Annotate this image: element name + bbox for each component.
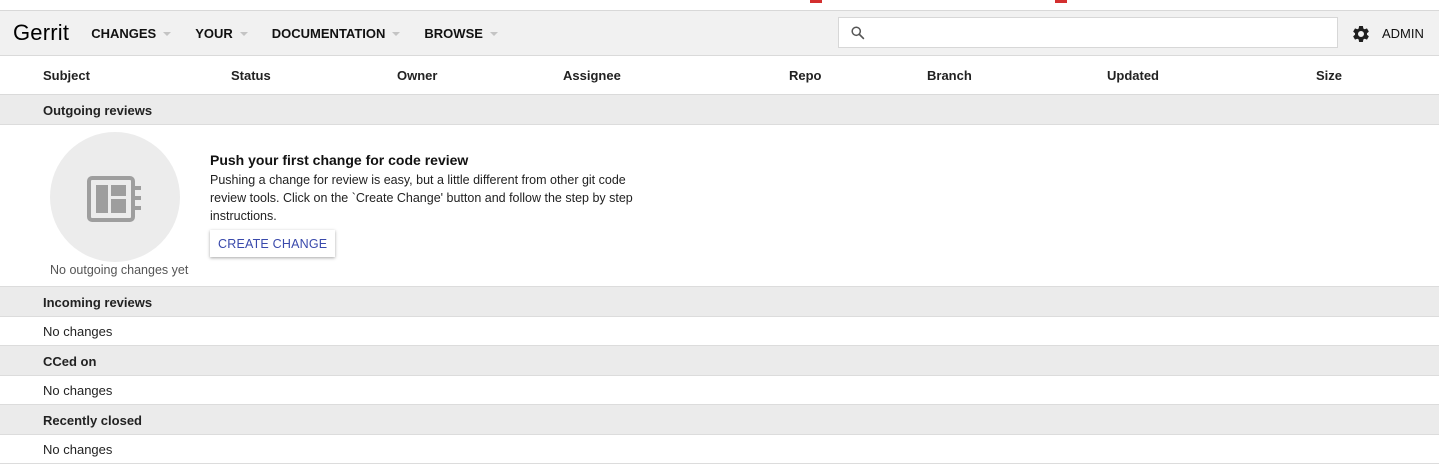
- user-menu-admin[interactable]: ADMIN: [1382, 26, 1424, 41]
- column-owner: Owner: [397, 68, 438, 83]
- section-title: CCed on: [43, 354, 97, 369]
- nav-your-label: YOUR: [195, 25, 233, 41]
- nav-browse[interactable]: BROWSE: [424, 26, 498, 41]
- empty-state-caption: No outgoing changes yet: [50, 263, 189, 277]
- chevron-down-icon: [392, 31, 401, 36]
- no-changes-text: No changes: [43, 324, 113, 339]
- nav-your[interactable]: YOUR: [195, 26, 248, 41]
- chevron-down-icon: [239, 31, 248, 36]
- column-size: Size: [1316, 68, 1343, 83]
- column-repo: Repo: [789, 68, 822, 83]
- main-nav: CHANGES YOUR DOCUMENTATION BROWSE: [91, 26, 522, 41]
- column-branch: Branch: [927, 68, 972, 83]
- no-changes-text: No changes: [43, 383, 113, 398]
- main-header: Gerrit CHANGES YOUR DOCUMENTATION BROWSE…: [0, 11, 1439, 56]
- brand-logo[interactable]: Gerrit: [0, 20, 91, 46]
- chevron-down-icon: [489, 31, 498, 36]
- section-incoming-reviews: Incoming reviews: [0, 287, 1439, 317]
- column-updated: Updated: [1107, 68, 1159, 83]
- column-assignee: Assignee: [563, 68, 621, 83]
- dashboard-icon: [87, 176, 141, 222]
- column-header-row: Subject Status Owner Assignee Repo Branc…: [0, 56, 1439, 95]
- list-item: No changes: [0, 376, 1439, 405]
- section-title: Incoming reviews: [43, 295, 153, 310]
- create-change-button[interactable]: CREATE CHANGE: [210, 230, 336, 257]
- nav-changes-label: CHANGES: [91, 25, 157, 41]
- section-recently-closed: Recently closed: [0, 405, 1439, 435]
- nav-documentation-label: DOCUMENTATION: [271, 25, 386, 41]
- strip-mark: [1055, 0, 1067, 3]
- column-subject: Subject: [43, 68, 90, 83]
- nav-documentation[interactable]: DOCUMENTATION: [272, 26, 401, 41]
- empty-state-illustration: [50, 132, 180, 262]
- empty-state-description: Pushing a change for review is easy, but…: [210, 173, 633, 223]
- outgoing-empty-state: No outgoing changes yet Push your first …: [0, 125, 1439, 287]
- search-icon: [851, 26, 865, 40]
- chevron-down-icon: [163, 31, 172, 36]
- no-changes-text: No changes: [43, 442, 113, 457]
- search-box[interactable]: [838, 17, 1338, 48]
- empty-state-title: Push your first change for code review: [210, 152, 469, 168]
- section-cced-on: CCed on: [0, 346, 1439, 376]
- list-item: No changes: [0, 317, 1439, 346]
- gear-icon[interactable]: [1351, 24, 1371, 44]
- section-outgoing-reviews: Outgoing reviews: [0, 95, 1439, 125]
- search-input[interactable]: [873, 18, 1337, 47]
- strip-mark: [810, 0, 822, 3]
- top-strip: [0, 0, 1439, 11]
- section-title: Recently closed: [43, 413, 142, 428]
- column-status: Status: [231, 68, 271, 83]
- list-item: No changes: [0, 435, 1439, 464]
- nav-changes[interactable]: CHANGES: [91, 25, 172, 41]
- section-title: Outgoing reviews: [43, 103, 153, 118]
- nav-browse-label: BROWSE: [424, 25, 483, 41]
